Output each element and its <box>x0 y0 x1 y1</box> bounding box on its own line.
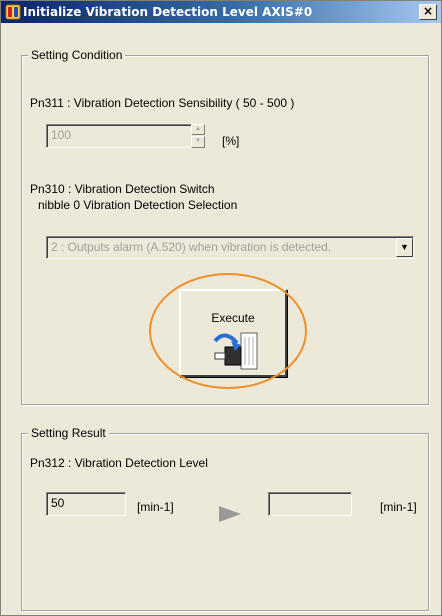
app-alert-icon <box>5 4 21 20</box>
pn311-label: Pn311 : Vibration Detection Sensibility … <box>30 96 295 110</box>
arrow-right-icon <box>219 506 241 522</box>
current-level-unit: [min-1] <box>137 500 174 514</box>
sensibility-input[interactable]: 100 <box>46 124 192 148</box>
dialog-window: Initialize Vibration Detection Level AXI… <box>0 0 442 616</box>
current-level-field: 50 <box>46 492 126 516</box>
execute-label: Execute <box>211 311 255 325</box>
close-button[interactable]: × <box>419 4 437 20</box>
title-bar[interactable]: Initialize Vibration Detection Level AXI… <box>1 1 441 23</box>
pn310-sublabel: nibble 0 Vibration Detection Selection <box>38 198 238 212</box>
detection-selection-dropdown[interactable]: 2 : Outputs alarm (A.520) when vibration… <box>46 236 414 259</box>
chevron-down-icon[interactable]: ▼ <box>396 238 413 257</box>
setting-condition-legend: Setting Condition <box>28 48 126 62</box>
pn310-label: Pn310 : Vibration Detection Switch <box>30 182 215 196</box>
window-title: Initialize Vibration Detection Level AXI… <box>23 5 313 19</box>
sensibility-unit: [%] <box>222 134 240 148</box>
new-level-field <box>268 492 352 516</box>
sensibility-spin-down[interactable]: ▼ <box>191 136 205 148</box>
new-level-unit: [min-1] <box>380 500 417 514</box>
sensibility-spin-up[interactable]: ▲ <box>191 124 205 135</box>
execute-button[interactable]: Execute <box>179 289 287 377</box>
pn312-label: Pn312 : Vibration Detection Level <box>30 456 208 470</box>
setting-result-legend: Setting Result <box>28 426 109 440</box>
motor-vibration-icon <box>213 332 258 370</box>
